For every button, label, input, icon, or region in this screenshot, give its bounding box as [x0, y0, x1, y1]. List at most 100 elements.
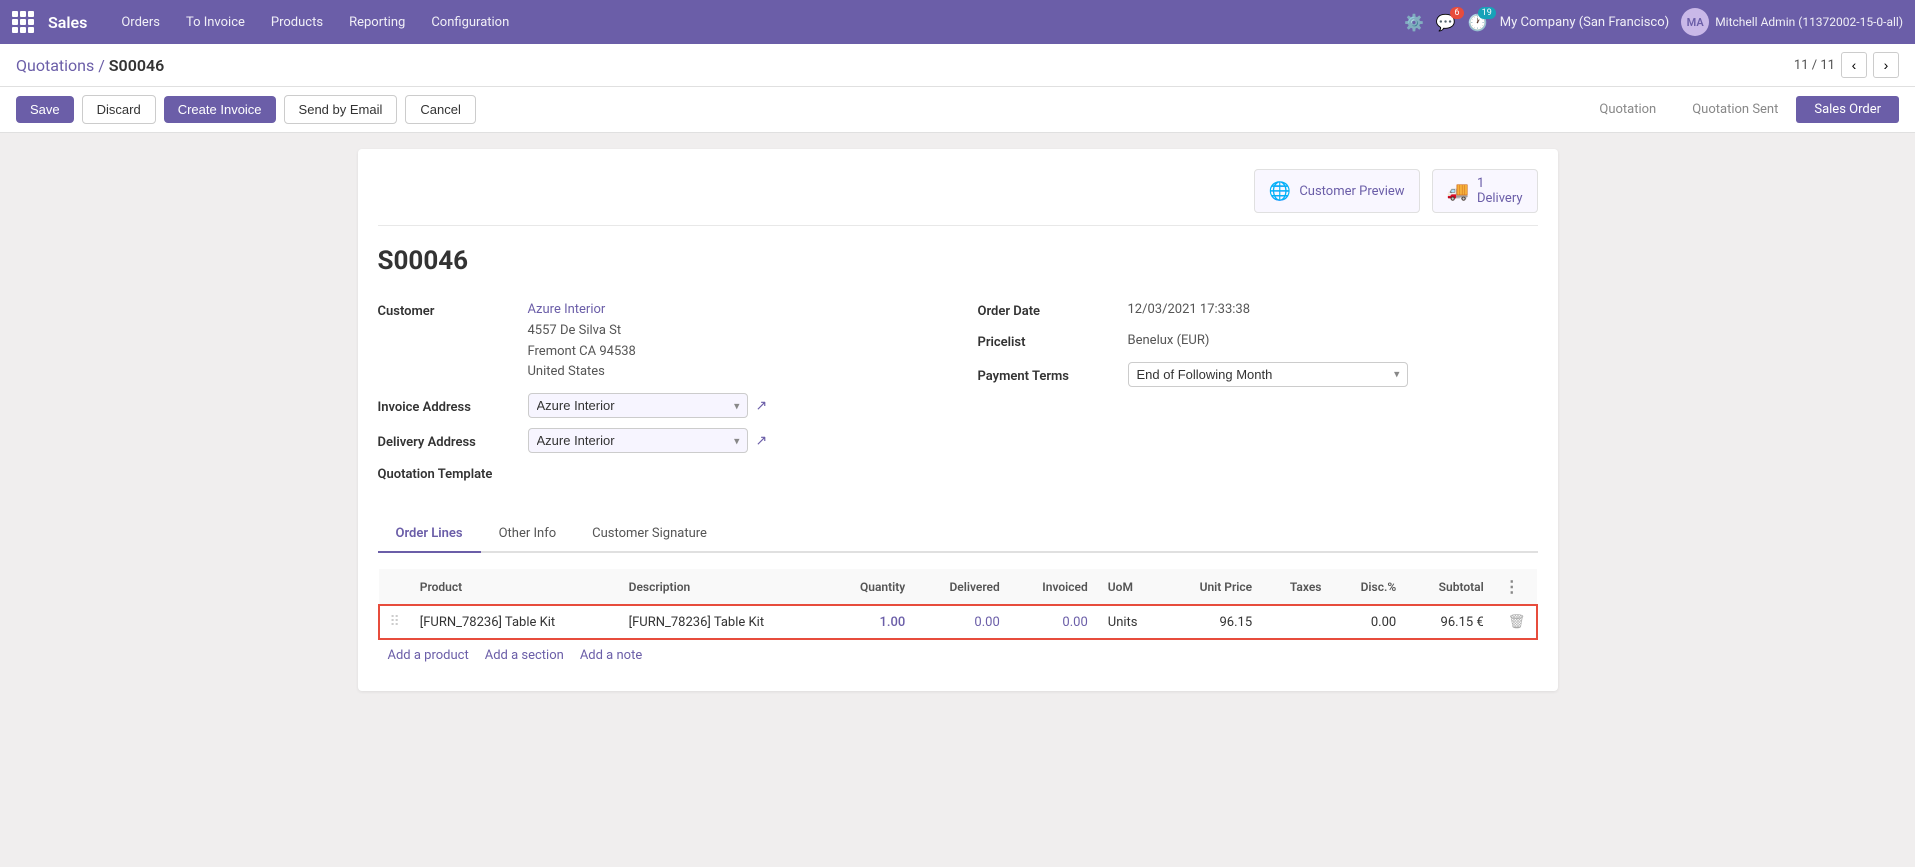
messages-badge: 6 — [1450, 7, 1464, 19]
customer-address3: United States — [528, 364, 605, 379]
add-product-link[interactable]: Add a product — [388, 648, 469, 663]
customer-preview-label: Customer Preview — [1299, 184, 1404, 199]
add-note-link[interactable]: Add a note — [580, 648, 642, 663]
avatar: MA — [1681, 8, 1709, 36]
cancel-button[interactable]: Cancel — [405, 95, 475, 124]
delivery-address-wrapper: Azure Interior — [528, 428, 748, 453]
add-links-bar: Add a product Add a section Add a note — [378, 640, 1538, 671]
order-lines-table: Product Description Quantity Delivered I… — [378, 569, 1538, 640]
pricelist-label: Pricelist — [978, 331, 1128, 350]
payment-terms-select[interactable]: End of Following Month — [1128, 362, 1408, 387]
form-fields: Customer Azure Interior 4557 De Silva St… — [378, 300, 1538, 492]
delivery-address-label: Delivery Address — [378, 431, 528, 450]
status-quotation[interactable]: Quotation — [1581, 96, 1674, 123]
settings-icon[interactable]: ⚙️ — [1404, 13, 1424, 32]
add-section-link[interactable]: Add a section — [485, 648, 564, 663]
nav-reporting[interactable]: Reporting — [339, 0, 415, 44]
uom-cell[interactable]: Units — [1098, 605, 1165, 639]
payment-terms-field: Payment Terms End of Following Month — [978, 362, 1538, 387]
col-disc: Disc.% — [1331, 569, 1406, 605]
delivery-address-ext-link[interactable]: ↗ — [756, 433, 768, 449]
nav-orders[interactable]: Orders — [111, 0, 170, 44]
invoice-address-label: Invoice Address — [378, 396, 528, 415]
col-drag — [379, 569, 410, 605]
status-quotation-sent[interactable]: Quotation Sent — [1674, 96, 1796, 123]
col-subtotal: Subtotal — [1406, 569, 1494, 605]
action-buttons: Save Discard Create Invoice Send by Emai… — [16, 95, 476, 124]
invoice-address-field: Invoice Address Azure Interior ↗ — [378, 393, 938, 418]
status-sales-order[interactable]: Sales Order — [1796, 96, 1899, 123]
breadcrumb-parent[interactable]: Quotations — [16, 56, 94, 75]
user-menu[interactable]: MA Mitchell Admin (11372002-15-0-all) — [1681, 8, 1903, 36]
col-menu: ⋮ — [1494, 569, 1537, 605]
delivery-address-field: Delivery Address Azure Interior ↗ — [378, 428, 938, 453]
status-bar: Quotation Quotation Sent Sales Order — [1581, 96, 1899, 123]
customer-label: Customer — [378, 300, 528, 319]
order-date-field: Order Date 12/03/2021 17:33:38 — [978, 300, 1538, 321]
customer-name-link[interactable]: Azure Interior — [528, 302, 606, 317]
pricelist-field: Pricelist Benelux (EUR) — [978, 331, 1538, 352]
pagination-next[interactable]: › — [1873, 52, 1899, 78]
app-grid-icon[interactable] — [12, 11, 34, 33]
customer-value: Azure Interior 4557 De Silva St Fremont … — [528, 300, 636, 383]
col-description: Description — [619, 569, 828, 605]
globe-icon: 🌐 — [1269, 181, 1291, 202]
top-navigation: Sales Orders To Invoice Products Reporti… — [0, 0, 1915, 44]
col-quantity: Quantity — [828, 569, 916, 605]
pricelist-value[interactable]: Benelux (EUR) — [1128, 331, 1210, 352]
col-taxes: Taxes — [1262, 569, 1331, 605]
tab-other-info[interactable]: Other Info — [481, 516, 575, 553]
save-button[interactable]: Save — [16, 96, 74, 123]
customer-address1: 4557 De Silva St — [528, 323, 622, 338]
product-cell[interactable]: [FURN_78236] Table Kit — [410, 605, 619, 639]
tab-bar: Order Lines Other Info Customer Signatur… — [378, 516, 1538, 553]
taxes-cell[interactable] — [1262, 605, 1331, 639]
activities-icon[interactable]: 🕐 19 — [1468, 13, 1488, 32]
send-by-email-button[interactable]: Send by Email — [284, 95, 398, 124]
nav-products[interactable]: Products — [261, 0, 333, 44]
create-invoice-button[interactable]: Create Invoice — [164, 96, 276, 123]
table-row: ⠿ [FURN_78236] Table Kit [FURN_78236] Ta… — [379, 605, 1537, 639]
quotation-template-label: Quotation Template — [378, 463, 528, 482]
pagination-prev[interactable]: ‹ — [1841, 52, 1867, 78]
customer-preview-button[interactable]: 🌐 Customer Preview — [1254, 169, 1420, 213]
table-header: Product Description Quantity Delivered I… — [379, 569, 1537, 605]
messages-icon[interactable]: 💬 6 — [1436, 13, 1456, 32]
page-header: Quotations / S00046 11 / 11 ‹ › — [0, 44, 1915, 87]
drag-handle-icon[interactable]: ⠿ — [390, 614, 400, 630]
subtotal-cell: 96.15 € — [1406, 605, 1494, 639]
disc-cell[interactable]: 0.00 — [1331, 605, 1406, 639]
col-options-icon[interactable]: ⋮ — [1504, 577, 1520, 596]
delivery-label: 1 Delivery — [1477, 176, 1523, 206]
tab-customer-signature[interactable]: Customer Signature — [574, 516, 725, 553]
app-name[interactable]: Sales — [48, 13, 87, 32]
nav-configuration[interactable]: Configuration — [421, 0, 519, 44]
quantity-cell[interactable]: 1.00 — [828, 605, 916, 639]
payment-terms-label: Payment Terms — [978, 365, 1128, 384]
customer-field: Customer Azure Interior 4557 De Silva St… — [378, 300, 938, 383]
delete-row-icon[interactable]: 🗑 — [1508, 614, 1526, 630]
delivery-address-select[interactable]: Azure Interior — [528, 428, 748, 453]
delivered-cell: 0.00 — [915, 605, 1010, 639]
smart-buttons: 🌐 Customer Preview 🚚 1 Delivery — [378, 169, 1538, 226]
invoice-address-select[interactable]: Azure Interior — [528, 393, 748, 418]
order-date-value[interactable]: 12/03/2021 17:33:38 — [1128, 300, 1251, 321]
pagination-text: 11 / 11 — [1794, 58, 1835, 73]
truck-icon: 🚚 — [1447, 181, 1469, 202]
nav-to-invoice[interactable]: To Invoice — [176, 0, 255, 44]
unit-price-cell[interactable]: 96.15 — [1165, 605, 1263, 639]
action-bar: Save Discard Create Invoice Send by Emai… — [0, 87, 1915, 133]
invoiced-cell: 0.00 — [1010, 605, 1098, 639]
discard-button[interactable]: Discard — [82, 95, 156, 124]
col-product: Product — [410, 569, 619, 605]
order-date-label: Order Date — [978, 300, 1128, 319]
description-cell[interactable]: [FURN_78236] Table Kit — [619, 605, 828, 639]
breadcrumb: Quotations / S00046 — [16, 56, 164, 75]
pagination: 11 / 11 ‹ › — [1794, 52, 1899, 78]
delivery-button[interactable]: 🚚 1 Delivery — [1432, 169, 1538, 213]
tab-order-lines[interactable]: Order Lines — [378, 516, 481, 553]
col-invoiced: Invoiced — [1010, 569, 1098, 605]
invoice-address-ext-link[interactable]: ↗ — [756, 398, 768, 414]
quotation-template-field: Quotation Template — [378, 463, 938, 482]
main-content: 🌐 Customer Preview 🚚 1 Delivery S00046 C… — [0, 133, 1915, 707]
